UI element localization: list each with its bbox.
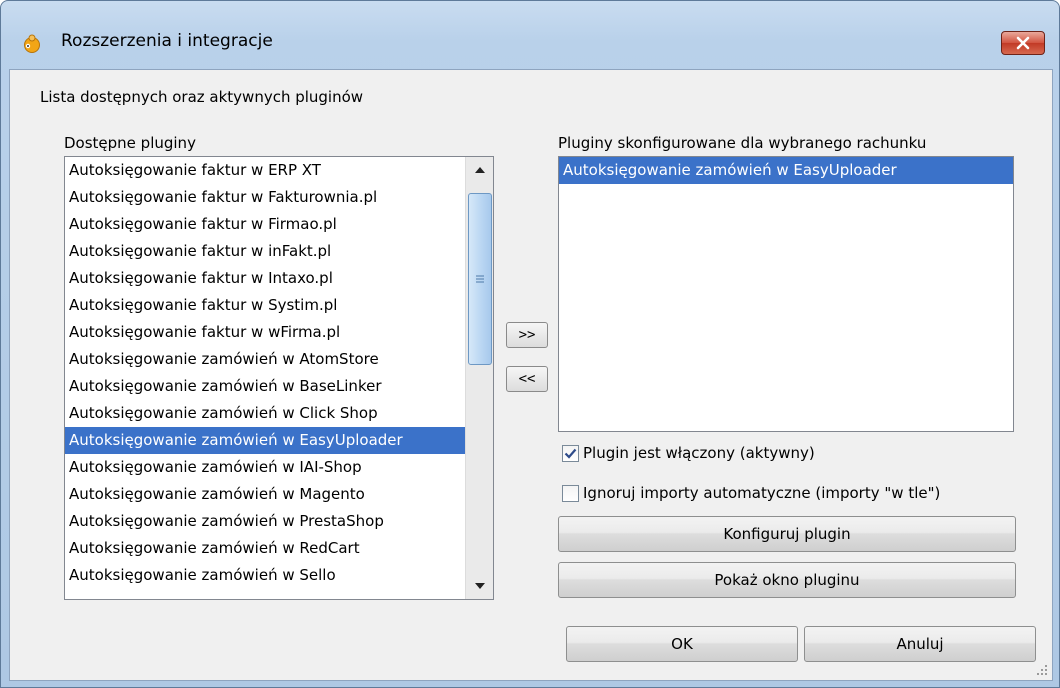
list-item[interactable]: Autoksięgowanie faktur w Firmao.pl	[65, 211, 465, 238]
configured-plugins-list[interactable]: Autoksięgowanie zamówień w EasyUploader	[558, 156, 1014, 432]
ok-button[interactable]: OK	[566, 626, 798, 662]
available-plugins-label: Dostępne pluginy	[64, 134, 196, 152]
cancel-button[interactable]: Anuluj	[804, 626, 1036, 662]
ignore-imports-label: Ignoruj importy automatyczne (importy "w…	[583, 484, 941, 502]
list-item[interactable]: Autoksięgowanie zamówień w RedCart	[65, 535, 465, 562]
close-icon	[1016, 36, 1030, 50]
checkmark-icon	[564, 448, 577, 459]
arrow-down-icon	[474, 583, 485, 589]
remove-plugin-button[interactable]: <<	[506, 366, 548, 392]
arrow-up-icon	[474, 167, 485, 173]
list-item[interactable]: Autoksięgowanie zamówień w Magento	[65, 481, 465, 508]
configured-plugins-label: Pluginy skonfigurowane dla wybranego rac…	[558, 134, 927, 152]
close-button[interactable]	[1001, 31, 1045, 55]
list-item[interactable]: Autoksięgowanie faktur w inFakt.pl	[65, 238, 465, 265]
resize-grip-icon[interactable]	[1036, 664, 1048, 676]
configure-plugin-button[interactable]: Konfiguruj plugin	[558, 516, 1016, 552]
plugin-enabled-option[interactable]: Plugin jest włączony (aktywny)	[562, 444, 815, 462]
scroll-down-button[interactable]	[466, 573, 493, 599]
list-item[interactable]: Autoksięgowanie zamówień w AtomStore	[65, 346, 465, 373]
available-plugins-list[interactable]: Autoksięgowanie faktur w ERP XT Autoksięg…	[64, 156, 494, 600]
dialog-client-area: Lista dostępnych oraz aktywnych pluginów…	[9, 69, 1053, 681]
list-item[interactable]: Autoksięgowanie faktur w wFirma.pl	[65, 319, 465, 346]
list-item[interactable]: Autoksięgowanie faktur w Intaxo.pl	[65, 265, 465, 292]
scrollbar-thumb[interactable]	[468, 193, 492, 365]
list-item[interactable]: Autoksięgowanie zamówień w EasyUploader	[559, 157, 1013, 184]
list-item[interactable]: Autoksięgowanie zamówień w BaseLinker	[65, 373, 465, 400]
list-item[interactable]: Autoksięgowanie zamówień w EasyUploader	[65, 427, 465, 454]
list-item[interactable]: Autoksięgowanie zamówień w Click Shop	[65, 400, 465, 427]
list-item[interactable]: Autoksięgowanie zamówień w Sello	[65, 562, 465, 589]
list-item[interactable]: Autoksięgowanie faktur w Systim.pl	[65, 292, 465, 319]
window-title: Rozszerzenia i integracje	[61, 31, 273, 51]
list-item[interactable]: Autoksięgowanie zamówień w PrestaShop	[65, 508, 465, 535]
title-bar[interactable]: Rozszerzenia i integracje	[1, 1, 1059, 65]
grip-lines-icon	[476, 275, 484, 283]
ignore-imports-option[interactable]: Ignoruj importy automatyczne (importy "w…	[562, 484, 940, 502]
add-plugin-button[interactable]: >>	[506, 322, 548, 348]
show-plugin-window-button[interactable]: Pokaż okno pluginu	[558, 562, 1016, 598]
header-description: Lista dostępnych oraz aktywnych pluginów	[40, 88, 364, 106]
plugin-enabled-label: Plugin jest włączony (aktywny)	[583, 444, 815, 462]
dialog-window: Rozszerzenia i integracje Lista dostępny…	[0, 0, 1060, 688]
list-item[interactable]: Autoksięgowanie faktur w ERP XT	[65, 157, 465, 184]
list-item[interactable]: Autoksięgowanie zamówień w IAI-Shop	[65, 454, 465, 481]
plugin-enabled-checkbox[interactable]	[562, 444, 579, 462]
vertical-scrollbar[interactable]	[465, 157, 493, 599]
ignore-imports-checkbox[interactable]	[562, 484, 579, 502]
scroll-up-button[interactable]	[466, 157, 493, 183]
list-item[interactable]: Autoksięgowanie faktur w Fakturownia.pl	[65, 184, 465, 211]
app-logo-icon	[24, 34, 40, 53]
